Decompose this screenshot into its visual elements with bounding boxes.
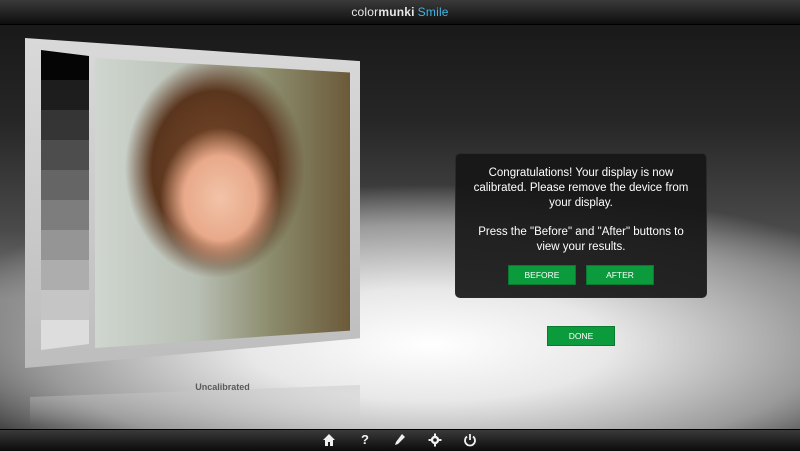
- title-bar: colormunki Smile: [0, 0, 800, 25]
- after-button[interactable]: AFTER: [586, 265, 654, 285]
- gear-icon[interactable]: [428, 433, 442, 447]
- pen-icon[interactable]: [393, 433, 407, 447]
- home-icon[interactable]: [322, 433, 336, 447]
- brand-part-1: color: [351, 5, 379, 19]
- message-line-1: Congratulations! Your display is now cal…: [473, 167, 689, 209]
- gray-patch: [41, 260, 89, 290]
- before-button[interactable]: BEFORE: [508, 265, 576, 285]
- sample-photo: [95, 58, 350, 348]
- gray-patch: [41, 200, 89, 230]
- help-icon[interactable]: ?: [358, 433, 372, 447]
- message-line-2: Press the "Before" and "After" buttons t…: [478, 226, 684, 253]
- gray-patch: [41, 290, 89, 320]
- grayscale-strip: [41, 50, 89, 350]
- preview-label: Uncalibrated: [195, 382, 250, 392]
- bottom-toolbar: ?: [0, 429, 800, 451]
- brand-part-2: munki: [378, 5, 415, 19]
- gray-patch: [41, 170, 89, 200]
- gray-patch: [41, 140, 89, 170]
- gray-patch: [41, 80, 89, 110]
- done-button[interactable]: DONE: [547, 326, 615, 346]
- message-box: Congratulations! Your display is now cal…: [455, 153, 707, 298]
- preview-frame: [25, 38, 360, 368]
- message-text: Congratulations! Your display is now cal…: [466, 166, 696, 269]
- gray-patch: [41, 110, 89, 140]
- gray-patch: [41, 230, 89, 260]
- power-icon[interactable]: [463, 433, 477, 447]
- app-logo: colormunki Smile: [0, 5, 800, 19]
- brand-part-3: Smile: [417, 5, 449, 19]
